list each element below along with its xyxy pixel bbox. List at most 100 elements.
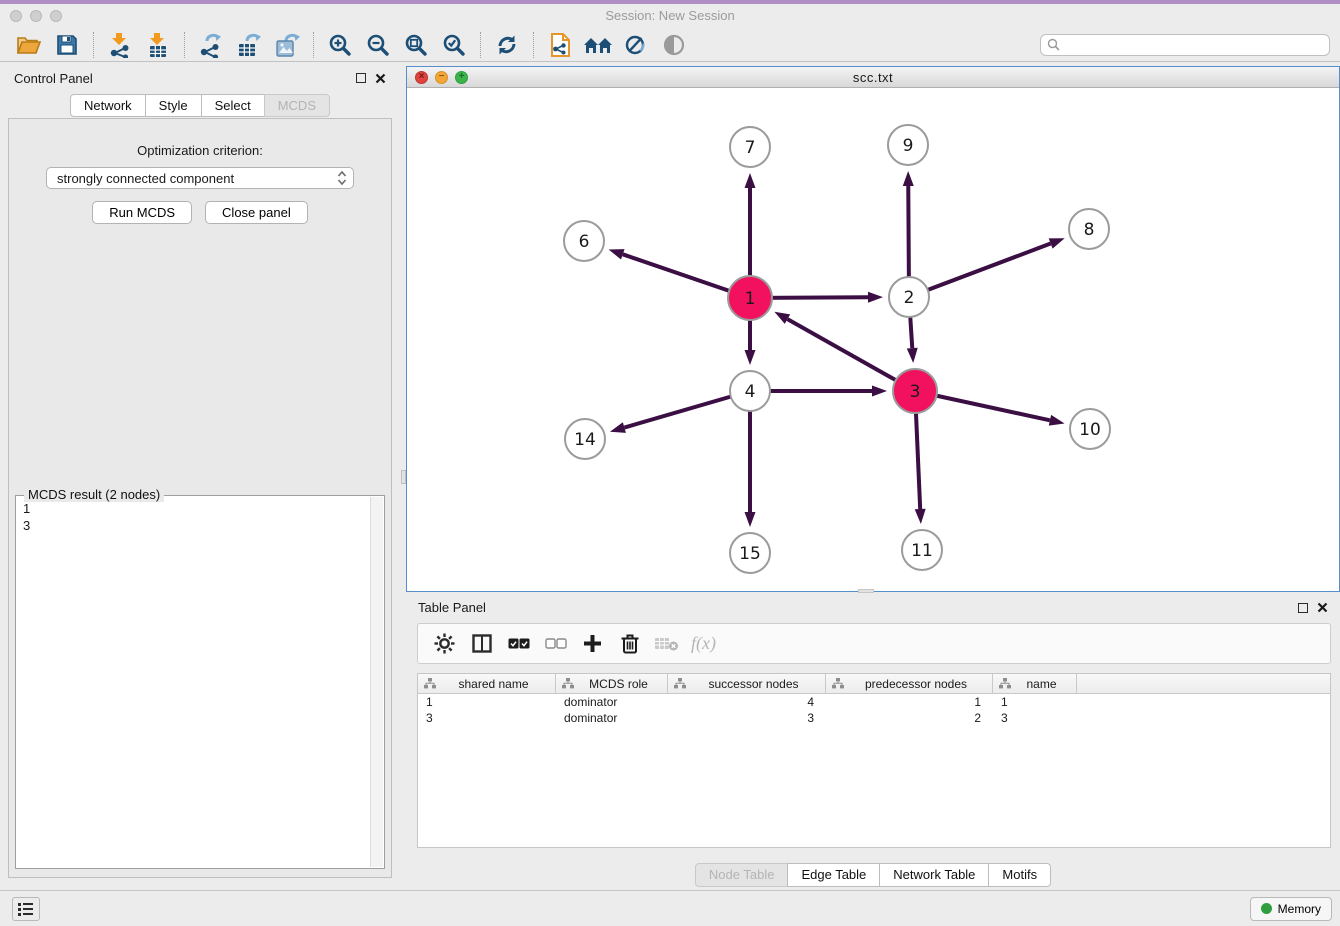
tab-network-table[interactable]: Network Table xyxy=(879,863,989,887)
tab-style[interactable]: Style xyxy=(145,94,202,117)
table-cell[interactable]: 4 xyxy=(668,694,826,710)
network-canvas[interactable]: 7 9 6 8 1 2 4 3 14 10 15 11 xyxy=(407,88,1339,591)
graph-node-14[interactable]: 14 xyxy=(565,419,605,459)
tab-select[interactable]: Select xyxy=(201,94,265,117)
tree-icon xyxy=(562,678,574,689)
table-cell[interactable]: 1 xyxy=(418,694,556,710)
table-panel-close-button[interactable] xyxy=(1317,602,1328,613)
select-all-button[interactable] xyxy=(500,628,537,660)
tab-mcds[interactable]: MCDS xyxy=(264,94,330,117)
tab-network[interactable]: Network xyxy=(70,94,146,117)
control-panel-float-button[interactable] xyxy=(356,73,366,83)
optimization-criterion-select[interactable]: strongly connected component xyxy=(46,167,354,189)
column-header-successor-nodes[interactable]: successor nodes xyxy=(668,674,826,693)
delete-table-button[interactable] xyxy=(648,628,685,660)
table-body: 1dominator4113dominator323 xyxy=(418,694,1330,726)
tab-motifs[interactable]: Motifs xyxy=(988,863,1051,887)
table-cell[interactable]: 2 xyxy=(826,710,993,726)
task-history-button[interactable] xyxy=(12,897,40,921)
column-header-MCDS-role[interactable]: MCDS role xyxy=(556,674,668,693)
zoom-selected-button[interactable] xyxy=(435,30,473,60)
first-neighbors-button[interactable] xyxy=(579,30,617,60)
zoom-selected-icon xyxy=(442,33,466,57)
save-session-button[interactable] xyxy=(48,30,86,60)
svg-text:9: 9 xyxy=(903,136,914,156)
search-input[interactable] xyxy=(1064,36,1323,53)
table-cell[interactable]: dominator xyxy=(556,710,668,726)
app-titlebar: Session: New Session xyxy=(0,4,1340,28)
column-header-name[interactable]: name xyxy=(993,674,1077,693)
zoom-in-icon xyxy=(328,33,352,57)
create-column-button[interactable] xyxy=(574,628,611,660)
memory-button[interactable]: Memory xyxy=(1250,897,1332,921)
graph-node-9[interactable]: 9 xyxy=(888,125,928,165)
svg-text:7: 7 xyxy=(745,138,756,158)
tab-node-table[interactable]: Node Table xyxy=(695,863,789,887)
zoom-in-button[interactable] xyxy=(321,30,359,60)
import-table-button[interactable] xyxy=(139,30,177,60)
search-field[interactable] xyxy=(1040,34,1330,56)
graph-node-4[interactable]: 4 xyxy=(730,371,770,411)
graph-node-2[interactable]: 2 xyxy=(889,277,929,317)
table-cell[interactable]: dominator xyxy=(556,694,668,710)
split-pane-handle-horizontal[interactable] xyxy=(858,589,874,593)
graph-node-11[interactable]: 11 xyxy=(902,530,942,570)
network-window-close-button[interactable]: × xyxy=(415,71,428,84)
table-cell[interactable]: 1 xyxy=(993,694,1077,710)
result-scrollbar[interactable] xyxy=(370,497,383,867)
open-file-button[interactable] xyxy=(10,30,48,60)
table-cell[interactable]: 3 xyxy=(418,710,556,726)
graphics-details-button[interactable] xyxy=(655,30,693,60)
export-table-button[interactable] xyxy=(230,30,268,60)
function-builder-button[interactable]: f(x) xyxy=(685,628,722,660)
tree-icon xyxy=(832,678,844,689)
table-cell[interactable]: 3 xyxy=(993,710,1077,726)
table-cell[interactable]: 3 xyxy=(668,710,826,726)
delete-column-button[interactable] xyxy=(611,628,648,660)
graph-edge-3-1[interactable] xyxy=(774,312,915,391)
tab-edge-table[interactable]: Edge Table xyxy=(787,863,880,887)
column-header-shared-name[interactable]: shared name xyxy=(418,674,556,693)
table-row[interactable]: 1dominator411 xyxy=(418,694,1330,710)
criterion-value: strongly connected component xyxy=(57,171,234,186)
graph-node-3[interactable]: 3 xyxy=(893,369,937,413)
clear-style-button[interactable] xyxy=(617,30,655,60)
deselect-all-button[interactable] xyxy=(537,628,574,660)
toolbar-separator xyxy=(184,32,185,58)
zoom-out-button[interactable] xyxy=(359,30,397,60)
graph-node-15[interactable]: 15 xyxy=(730,533,770,573)
export-image-button[interactable] xyxy=(268,30,306,60)
export-network-button[interactable] xyxy=(192,30,230,60)
control-panel-header: Control Panel xyxy=(0,62,400,94)
table-settings-button[interactable] xyxy=(426,628,463,660)
zoom-fit-button[interactable] xyxy=(397,30,435,60)
memory-status-dot xyxy=(1261,903,1272,914)
graph-node-10[interactable]: 10 xyxy=(1070,409,1110,449)
svg-text:10: 10 xyxy=(1079,420,1101,440)
column-header-predecessor-nodes[interactable]: predecessor nodes xyxy=(826,674,993,693)
graph-edge-4-14[interactable] xyxy=(610,391,750,433)
svg-text:8: 8 xyxy=(1084,220,1095,240)
graph-edge-2-8[interactable] xyxy=(909,238,1065,297)
graph-node-7[interactable]: 7 xyxy=(730,127,770,167)
graph-edge-3-10[interactable] xyxy=(915,391,1065,426)
new-network-from-selection-button[interactable] xyxy=(541,30,579,60)
network-window-minimize-button[interactable]: − xyxy=(435,71,448,84)
run-mcds-button[interactable]: Run MCDS xyxy=(92,201,192,224)
table-row[interactable]: 3dominator323 xyxy=(418,710,1330,726)
column-header-label: MCDS role xyxy=(574,677,667,691)
table-cell[interactable]: 1 xyxy=(826,694,993,710)
table-panel-float-button[interactable] xyxy=(1298,603,1308,613)
network-window-titlebar[interactable]: × − + scc.txt xyxy=(407,67,1339,88)
refresh-view-button[interactable] xyxy=(488,30,526,60)
network-window-maximize-button[interactable]: + xyxy=(455,71,468,84)
close-panel-button[interactable]: Close panel xyxy=(205,201,308,224)
graph-node-1[interactable]: 1 xyxy=(728,276,772,320)
mcds-result-lines[interactable]: 13 xyxy=(17,497,369,867)
graph-node-8[interactable]: 8 xyxy=(1069,209,1109,249)
graph-node-6[interactable]: 6 xyxy=(564,221,604,261)
control-panel-close-button[interactable] xyxy=(375,73,386,84)
main-toolbar xyxy=(0,28,1340,62)
show-columns-button[interactable] xyxy=(463,628,500,660)
import-network-button[interactable] xyxy=(101,30,139,60)
